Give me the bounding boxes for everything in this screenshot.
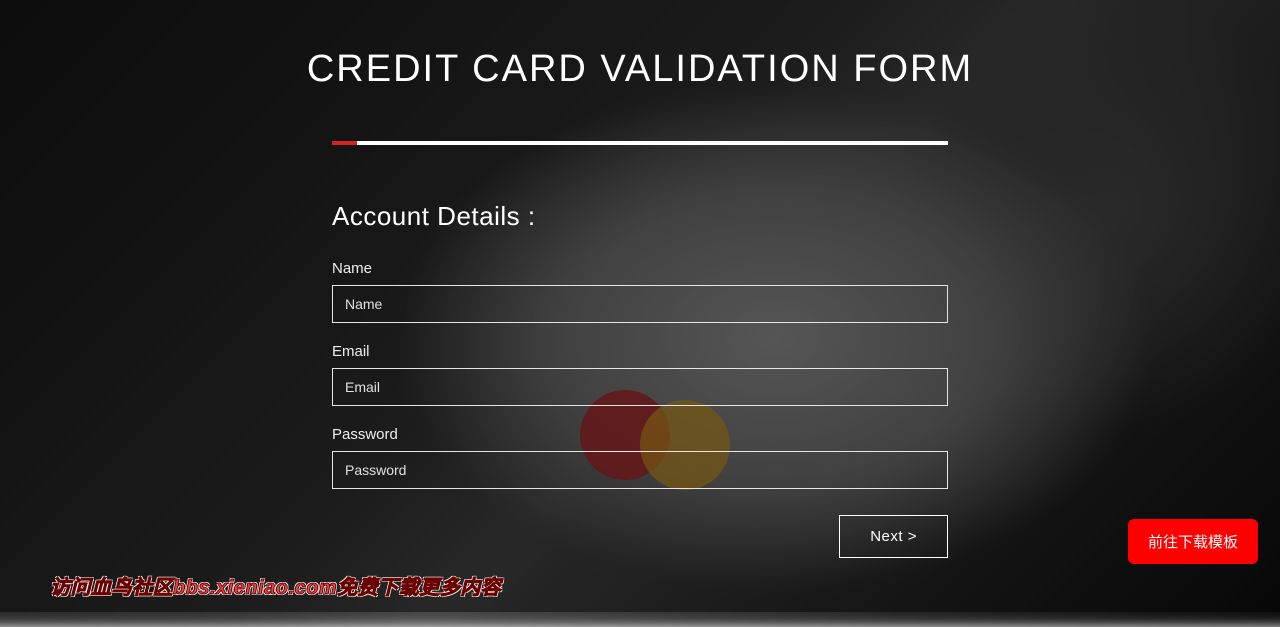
password-label: Password xyxy=(332,426,948,443)
field-name: Name xyxy=(332,260,948,323)
next-row: Next > xyxy=(332,515,948,558)
page-title: CREDIT CARD VALIDATION FORM xyxy=(0,0,1280,91)
next-button[interactable]: Next > xyxy=(839,515,948,558)
download-template-button[interactable]: 前往下载模板 xyxy=(1128,519,1258,564)
field-password: Password xyxy=(332,426,948,489)
section-heading: Account Details : xyxy=(332,201,948,232)
watermark-text: 访问血鸟社区bbs.xieniao.com免费下载更多内容 xyxy=(50,571,501,600)
password-input[interactable] xyxy=(332,451,948,489)
email-input[interactable] xyxy=(332,368,948,406)
form-container: Account Details : Name Email Password Ne… xyxy=(332,141,948,558)
progress-fill xyxy=(332,141,357,145)
name-label: Name xyxy=(332,260,948,277)
email-label: Email xyxy=(332,343,948,360)
name-input[interactable] xyxy=(332,285,948,323)
field-email: Email xyxy=(332,343,948,406)
progress-bar xyxy=(332,141,948,145)
